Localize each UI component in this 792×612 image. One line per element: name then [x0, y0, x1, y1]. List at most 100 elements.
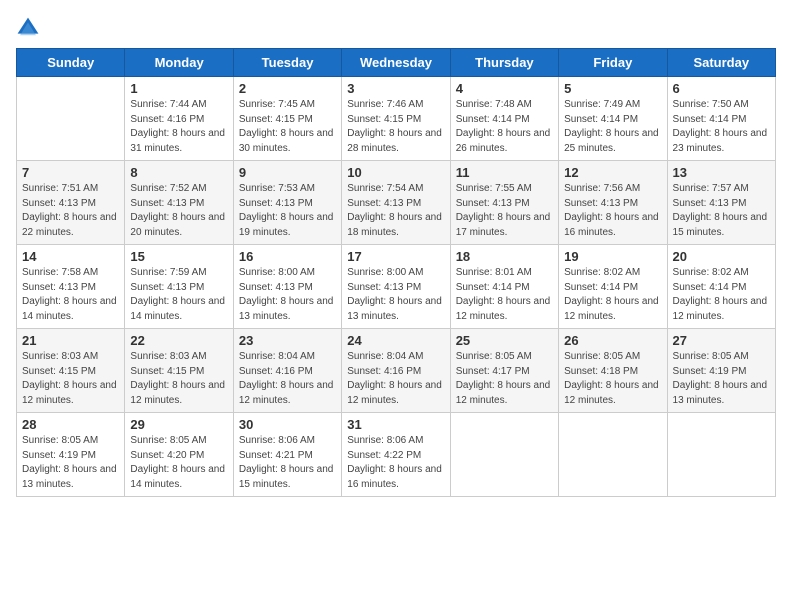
- calendar-cell: 13Sunrise: 7:57 AM Sunset: 4:13 PM Dayli…: [667, 161, 775, 245]
- day-number: 2: [239, 81, 336, 96]
- calendar-cell: 12 Sunrise: 7:56 AM Sunset: 4:13 PM Dayli…: [559, 161, 667, 245]
- day-number: 12: [564, 165, 661, 180]
- day-number: 30: [239, 417, 336, 432]
- day-info: Sunrise: 7:46 AM Sunset: 4:15 PM Dayligh…: [347, 98, 444, 156]
- day-info: Sunrise: 8:03 AM Sunset: 4:15 PM Dayligh…: [22, 350, 119, 408]
- day-info: Sunrise: 8:05 AM Sunset: 4:18 PM Dayligh…: [564, 350, 661, 408]
- day-number: 11: [456, 165, 553, 180]
- day-header-wednesday: Wednesday: [342, 49, 450, 77]
- day-number: 14: [22, 249, 119, 264]
- calendar-week-row: 1 Sunrise: 7:44 AM Sunset: 4:16 PM Daylig…: [17, 77, 776, 161]
- calendar-cell: 7 Sunrise: 7:51 AM Sunset: 4:13 PM Daylig…: [17, 161, 125, 245]
- day-number: 9: [239, 165, 336, 180]
- day-number: 13: [673, 165, 770, 180]
- calendar-cell: 5 Sunrise: 7:49 AM Sunset: 4:14 PM Daylig…: [559, 77, 667, 161]
- calendar-cell: 21 Sunrise: 8:03 AM Sunset: 4:15 PM Dayli…: [17, 329, 125, 413]
- day-number: 20: [673, 249, 770, 264]
- calendar-cell: [559, 413, 667, 497]
- calendar-cell: 28 Sunrise: 8:05 AM Sunset: 4:19 PM Dayli…: [17, 413, 125, 497]
- calendar-cell: [17, 77, 125, 161]
- logo-icon: [16, 16, 40, 40]
- calendar-cell: 20 Sunrise: 8:02 AM Sunset: 4:14 PM Dayli…: [667, 245, 775, 329]
- calendar-cell: 22 Sunrise: 8:03 AM Sunset: 4:15 PM Dayli…: [125, 329, 233, 413]
- day-info: Sunrise: 7:52 AM Sunset: 4:13 PM Dayligh…: [130, 182, 227, 240]
- day-number: 25: [456, 333, 553, 348]
- day-number: 16: [239, 249, 336, 264]
- day-info: Sunrise: 7:50 AM Sunset: 4:14 PM Dayligh…: [673, 98, 770, 156]
- day-info: Sunrise: 8:05 AM Sunset: 4:19 PM Dayligh…: [22, 434, 119, 492]
- calendar-cell: 25 Sunrise: 8:05 AM Sunset: 4:17 PM Dayli…: [450, 329, 558, 413]
- day-header-friday: Friday: [559, 49, 667, 77]
- day-number: 1: [130, 81, 227, 96]
- day-info: Sunrise: 8:05 AM Sunset: 4:17 PM Dayligh…: [456, 350, 553, 408]
- day-number: 10: [347, 165, 444, 180]
- day-number: 24: [347, 333, 444, 348]
- calendar-cell: 8 Sunrise: 7:52 AM Sunset: 4:13 PM Daylig…: [125, 161, 233, 245]
- calendar-cell: 31Sunrise: 8:06 AM Sunset: 4:22 PM Dayli…: [342, 413, 450, 497]
- calendar-cell: 18Sunrise: 8:01 AM Sunset: 4:14 PM Dayli…: [450, 245, 558, 329]
- calendar-cell: 11 Sunrise: 7:55 AM Sunset: 4:13 PM Dayli…: [450, 161, 558, 245]
- day-number: 27: [673, 333, 770, 348]
- day-info: Sunrise: 8:02 AM Sunset: 4:14 PM Dayligh…: [673, 266, 770, 324]
- day-info: Sunrise: 8:06 AM Sunset: 4:21 PM Dayligh…: [239, 434, 336, 492]
- calendar-cell: 10 Sunrise: 7:54 AM Sunset: 4:13 PM Dayli…: [342, 161, 450, 245]
- day-info: Sunrise: 8:04 AM Sunset: 4:16 PM Dayligh…: [239, 350, 336, 408]
- day-info: Sunrise: 8:05 AM Sunset: 4:20 PM Dayligh…: [130, 434, 227, 492]
- calendar-cell: 23 Sunrise: 8:04 AM Sunset: 4:16 PM Dayli…: [233, 329, 341, 413]
- calendar-week-row: 7 Sunrise: 7:51 AM Sunset: 4:13 PM Daylig…: [17, 161, 776, 245]
- day-number: 5: [564, 81, 661, 96]
- day-info: Sunrise: 8:00 AM Sunset: 4:13 PM Dayligh…: [239, 266, 336, 324]
- calendar-cell: 24Sunrise: 8:04 AM Sunset: 4:16 PM Dayli…: [342, 329, 450, 413]
- day-header-saturday: Saturday: [667, 49, 775, 77]
- calendar-cell: 3 Sunrise: 7:46 AM Sunset: 4:15 PM Daylig…: [342, 77, 450, 161]
- day-number: 29: [130, 417, 227, 432]
- day-info: Sunrise: 7:53 AM Sunset: 4:13 PM Dayligh…: [239, 182, 336, 240]
- calendar-cell: 30 Sunrise: 8:06 AM Sunset: 4:21 PM Dayli…: [233, 413, 341, 497]
- calendar-cell: 14 Sunrise: 7:58 AM Sunset: 4:13 PM Dayli…: [17, 245, 125, 329]
- day-info: Sunrise: 7:56 AM Sunset: 4:13 PM Dayligh…: [564, 182, 661, 240]
- calendar-cell: 2Sunrise: 7:45 AM Sunset: 4:15 PM Daylig…: [233, 77, 341, 161]
- day-header-sunday: Sunday: [17, 49, 125, 77]
- day-number: 23: [239, 333, 336, 348]
- calendar-cell: 29 Sunrise: 8:05 AM Sunset: 4:20 PM Dayli…: [125, 413, 233, 497]
- day-number: 17: [347, 249, 444, 264]
- day-info: Sunrise: 8:01 AM Sunset: 4:14 PM Dayligh…: [456, 266, 553, 324]
- day-number: 4: [456, 81, 553, 96]
- day-number: 21: [22, 333, 119, 348]
- calendar-week-row: 21 Sunrise: 8:03 AM Sunset: 4:15 PM Dayli…: [17, 329, 776, 413]
- day-header-tuesday: Tuesday: [233, 49, 341, 77]
- calendar-week-row: 28 Sunrise: 8:05 AM Sunset: 4:19 PM Dayli…: [17, 413, 776, 497]
- calendar-cell: 16 Sunrise: 8:00 AM Sunset: 4:13 PM Dayli…: [233, 245, 341, 329]
- day-info: Sunrise: 7:44 AM Sunset: 4:16 PM Dayligh…: [130, 98, 227, 156]
- day-info: Sunrise: 7:55 AM Sunset: 4:13 PM Dayligh…: [456, 182, 553, 240]
- day-number: 26: [564, 333, 661, 348]
- logo: [16, 16, 44, 40]
- day-info: Sunrise: 7:54 AM Sunset: 4:13 PM Dayligh…: [347, 182, 444, 240]
- day-info: Sunrise: 8:02 AM Sunset: 4:14 PM Dayligh…: [564, 266, 661, 324]
- day-info: Sunrise: 7:48 AM Sunset: 4:14 PM Dayligh…: [456, 98, 553, 156]
- day-number: 7: [22, 165, 119, 180]
- day-number: 19: [564, 249, 661, 264]
- day-number: 3: [347, 81, 444, 96]
- day-info: Sunrise: 7:58 AM Sunset: 4:13 PM Dayligh…: [22, 266, 119, 324]
- day-header-monday: Monday: [125, 49, 233, 77]
- calendar-cell: 1 Sunrise: 7:44 AM Sunset: 4:16 PM Daylig…: [125, 77, 233, 161]
- calendar-cell: 9 Sunrise: 7:53 AM Sunset: 4:13 PM Daylig…: [233, 161, 341, 245]
- day-info: Sunrise: 8:05 AM Sunset: 4:19 PM Dayligh…: [673, 350, 770, 408]
- day-info: Sunrise: 7:51 AM Sunset: 4:13 PM Dayligh…: [22, 182, 119, 240]
- day-number: 6: [673, 81, 770, 96]
- day-info: Sunrise: 8:06 AM Sunset: 4:22 PM Dayligh…: [347, 434, 444, 492]
- day-info: Sunrise: 8:00 AM Sunset: 4:13 PM Dayligh…: [347, 266, 444, 324]
- day-number: 22: [130, 333, 227, 348]
- calendar-cell: 27 Sunrise: 8:05 AM Sunset: 4:19 PM Dayli…: [667, 329, 775, 413]
- day-info: Sunrise: 7:49 AM Sunset: 4:14 PM Dayligh…: [564, 98, 661, 156]
- calendar-header-row: SundayMondayTuesdayWednesdayThursdayFrid…: [17, 49, 776, 77]
- day-info: Sunrise: 8:03 AM Sunset: 4:15 PM Dayligh…: [130, 350, 227, 408]
- calendar-cell: 17 Sunrise: 8:00 AM Sunset: 4:13 PM Dayli…: [342, 245, 450, 329]
- day-number: 8: [130, 165, 227, 180]
- day-number: 15: [130, 249, 227, 264]
- day-number: 28: [22, 417, 119, 432]
- calendar-cell: 15Sunrise: 7:59 AM Sunset: 4:13 PM Dayli…: [125, 245, 233, 329]
- day-header-thursday: Thursday: [450, 49, 558, 77]
- calendar-table: SundayMondayTuesdayWednesdayThursdayFrid…: [16, 48, 776, 497]
